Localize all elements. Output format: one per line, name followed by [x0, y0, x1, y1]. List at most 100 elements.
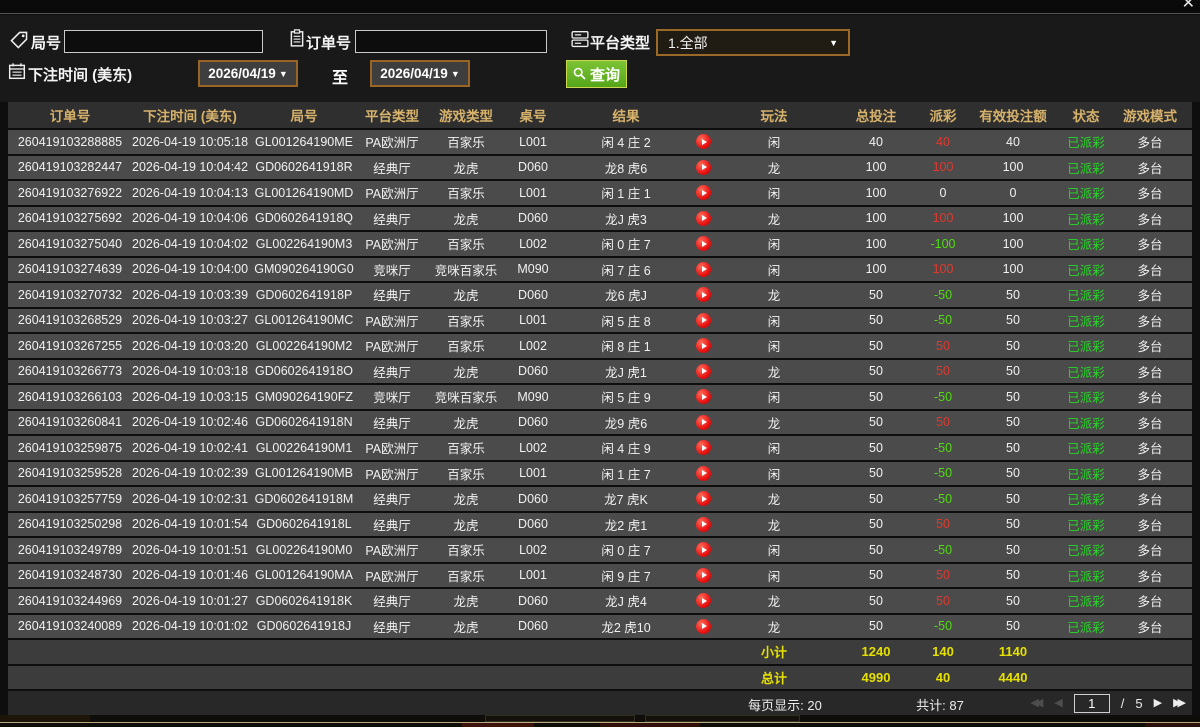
cell-status: 已派彩: [1067, 569, 1105, 584]
cell-game-type: 百家乐: [447, 314, 485, 329]
last-page-icon[interactable]: ▶▶: [1173, 697, 1186, 709]
cell-result: 龙6 虎J: [558, 285, 720, 304]
cell-game-type: 龙虎: [453, 212, 479, 227]
prev-page-icon[interactable]: ◀: [1054, 697, 1062, 709]
cell-play: 闲: [767, 544, 781, 559]
table-row: 260419103282447 2026-04-19 10:04:42 GD06…: [8, 155, 1192, 179]
date-to-value: 2026/04/19: [380, 66, 448, 81]
play-video-icon[interactable]: [695, 363, 711, 379]
cell-valid-bet: 50: [1006, 389, 1020, 404]
play-video-icon[interactable]: [695, 542, 711, 558]
play-video-icon[interactable]: [695, 567, 711, 583]
cell-platform: 经典厅: [373, 212, 411, 227]
cell-order: 260419103260841: [17, 415, 123, 430]
play-video-icon[interactable]: [695, 618, 711, 634]
cell-game-mode: 多台: [1137, 569, 1163, 584]
order-number-input[interactable]: [355, 30, 547, 53]
cell-result: 闲 9 庄 7: [558, 566, 720, 585]
cell-game-type: 龙虎: [453, 289, 479, 304]
cell-payout: 50: [936, 568, 950, 583]
cell-order: 260419103240089: [17, 619, 123, 634]
table-row: 260419103266103 2026-04-19 10:03:15 GM09…: [8, 385, 1192, 409]
cell-total-bet: 50: [869, 491, 883, 506]
cell-order: 260419103275692: [17, 211, 123, 226]
col-total-bet: 总投注: [855, 109, 897, 124]
cell-game-type: 百家乐: [447, 238, 485, 253]
play-video-icon[interactable]: [695, 389, 711, 405]
clipboard-icon: [288, 29, 306, 47]
play-video-icon[interactable]: [695, 312, 711, 328]
page-number-input[interactable]: [1073, 693, 1110, 713]
col-result: 结果: [612, 109, 640, 124]
next-page-icon[interactable]: ▶: [1154, 697, 1162, 709]
col-order: 订单号: [49, 109, 91, 124]
cell-total-bet: 50: [869, 517, 883, 532]
cell-status: 已派彩: [1067, 416, 1105, 431]
cell-valid-bet: 100: [1002, 236, 1024, 251]
cell-table: D060: [518, 517, 548, 532]
cell-order: 260419103266103: [17, 389, 123, 404]
total-row: 总计 4990 40 4440: [8, 665, 1192, 689]
cell-order: 260419103248730: [17, 568, 123, 583]
cell-result: 龙J 虎3: [558, 209, 720, 228]
cell-total-bet: 100: [865, 262, 887, 277]
cell-play: 闲: [767, 314, 781, 329]
table-body: 260419103288885 2026-04-19 10:05:18 GL00…: [8, 130, 1192, 638]
cell-payout: -50: [933, 542, 953, 557]
cell-platform: PA欧洲厅: [365, 467, 419, 482]
cell-result: 闲 4 庄 9: [558, 438, 720, 457]
cell-total-bet: 100: [865, 211, 887, 226]
cell-game-type: 百家乐: [447, 569, 485, 584]
search-icon: [573, 67, 586, 80]
date-to-picker[interactable]: 2026/04/19 ▼: [370, 60, 470, 87]
play-video-icon[interactable]: [695, 338, 711, 354]
play-video-icon[interactable]: [695, 185, 711, 201]
cell-total-bet: 50: [869, 415, 883, 430]
play-video-icon[interactable]: [695, 593, 711, 609]
tag-icon: [10, 31, 28, 49]
cell-order: 260419103249789: [17, 542, 123, 557]
close-icon[interactable]: ✕: [1182, 0, 1195, 13]
play-video-icon[interactable]: [695, 261, 711, 277]
play-video-icon[interactable]: [695, 440, 711, 456]
cell-result: 闲 8 庄 1: [558, 336, 720, 355]
play-video-icon[interactable]: [695, 287, 711, 303]
play-video-icon[interactable]: [695, 210, 711, 226]
play-video-icon[interactable]: [695, 236, 711, 252]
col-bet-time: 下注时间 (美东): [143, 109, 237, 124]
cell-result: 闲 0 庄 7: [558, 540, 720, 559]
cell-game-type: 龙虎: [453, 416, 479, 431]
pager-controls: ◀◀ ◀ / 5 ▶ ▶▶: [1030, 691, 1186, 715]
play-video-icon[interactable]: [695, 465, 711, 481]
cell-round: GD0602641918Q: [255, 211, 353, 226]
cell-total-bet: 50: [869, 338, 883, 353]
cell-game-mode: 多台: [1137, 467, 1163, 482]
cell-order: 260419103250298: [17, 517, 123, 532]
cell-order: 260419103257759: [17, 491, 123, 506]
cell-order: 260419103288885: [17, 134, 123, 149]
play-video-icon[interactable]: [695, 516, 711, 532]
play-video-icon[interactable]: [695, 491, 711, 507]
subtotal-payout: 140: [932, 644, 954, 660]
cell-table: L002: [519, 542, 547, 557]
cell-status: 已派彩: [1067, 544, 1105, 559]
filter-bar: 局号 订单号 平台类型 1.全部 ▼ 下注时间 (美东) 2026/04/19 …: [0, 15, 1200, 102]
first-page-icon[interactable]: ◀◀: [1030, 697, 1043, 709]
search-button[interactable]: 查询: [566, 60, 627, 88]
play-video-icon[interactable]: [695, 159, 711, 175]
cell-total-bet: 100: [865, 185, 887, 200]
cell-round: GM090264190FZ: [255, 389, 353, 404]
play-video-icon[interactable]: [695, 134, 711, 150]
play-video-icon[interactable]: [695, 414, 711, 430]
cell-order: 260419103275040: [17, 236, 123, 251]
cell-bet-time: 2026-04-19 10:02:46: [132, 415, 249, 430]
cell-play: 龙: [767, 518, 781, 533]
cell-table: L001: [519, 134, 547, 149]
cell-payout: 50: [936, 517, 950, 532]
platform-type-select[interactable]: 1.全部 ▼: [656, 29, 850, 56]
cell-platform: 经典厅: [373, 289, 411, 304]
date-from-picker[interactable]: 2026/04/19 ▼: [198, 60, 298, 87]
round-number-input[interactable]: [64, 30, 263, 53]
cell-result: 闲 5 庄 8: [558, 311, 720, 330]
cell-table: L001: [519, 313, 547, 328]
